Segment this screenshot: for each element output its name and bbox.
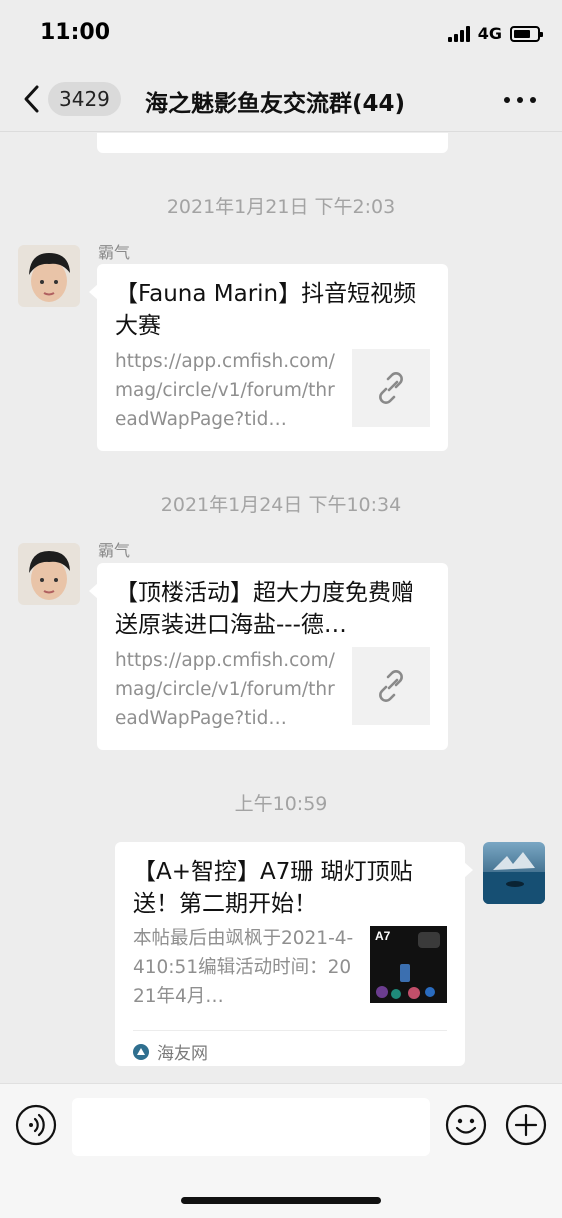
home-indicator — [181, 1197, 381, 1204]
avatar[interactable] — [18, 543, 80, 605]
share-card-description: 本帖最后由飒枫于2021-4-410:51编辑活动时间：2021年4月… — [133, 928, 354, 1007]
network-type: 4G — [477, 24, 502, 43]
status-indicators: 4G — [447, 24, 543, 43]
link-thumbnail — [352, 647, 430, 725]
promo-thumbnail: A7 — [370, 926, 447, 1003]
chat-area[interactable]: 2021年1月21日 下午2:03 霸气 【Fauna Marin】抖音短视频大… — [0, 133, 562, 1083]
link-icon — [379, 372, 403, 404]
voice-button[interactable] — [15, 1104, 57, 1146]
emoji-icon — [445, 1104, 487, 1146]
nav-bar: 3429 海之魅影鱼友交流群(44) — [0, 66, 562, 132]
status-time: 11:00 — [40, 20, 111, 45]
battery-icon — [510, 25, 543, 42]
link-thumbnail — [352, 349, 430, 427]
my-avatar[interactable] — [483, 842, 545, 904]
share-card-title: 【A+智控】A7珊 瑚灯顶贴送！第二期开始！ — [133, 859, 413, 917]
previous-message-card[interactable] — [97, 133, 448, 153]
link-card-url: https://app.cmfish.com/mag/circle/v1/for… — [115, 351, 335, 430]
chevron-left-icon — [24, 85, 39, 113]
plus-button[interactable] — [505, 1104, 547, 1146]
message-input[interactable] — [72, 1098, 430, 1156]
haiyou-logo-icon — [133, 1043, 149, 1060]
sender-name: 霸气 — [98, 243, 131, 262]
status-bar: 11:00 4G — [0, 0, 562, 66]
voice-icon — [15, 1104, 57, 1146]
link-card[interactable]: 【Fauna Marin】抖音短视频大赛 https://app.cmfish.… — [89, 264, 448, 451]
plus-icon — [505, 1104, 547, 1146]
avatar[interactable] — [18, 245, 80, 307]
thumbnail-label: A7 — [375, 929, 391, 943]
message-timestamp: 上午10:59 — [234, 793, 328, 815]
link-card-url: https://app.cmfish.com/mag/circle/v1/for… — [115, 650, 335, 729]
ellipsis-icon — [504, 97, 510, 103]
source-name: 海友网 — [157, 1044, 208, 1064]
signal-icon — [447, 25, 470, 42]
message-timestamp: 2021年1月24日 下午10:34 — [160, 494, 402, 516]
chat-title: 海之魅影鱼友交流群(44) — [145, 91, 406, 117]
more-button[interactable] — [504, 88, 536, 112]
unread-count-badge[interactable]: 3429 — [48, 82, 121, 116]
message-timestamp: 2021年1月21日 下午2:03 — [166, 196, 396, 218]
back-button[interactable] — [18, 81, 48, 117]
share-card[interactable]: 【A+智控】A7珊 瑚灯顶贴送！第二期开始！ 本帖最后由飒枫于2021-4-41… — [115, 842, 473, 1066]
link-card[interactable]: 【顶楼活动】超大力度免费赠送原装进口海盐---德… https://app.cm… — [89, 563, 448, 750]
source-row: 海友网 — [133, 1030, 447, 1064]
sender-name: 霸气 — [98, 541, 131, 560]
link-card-title: 【顶楼活动】超大力度免费赠送原装进口海盐---德… — [115, 580, 414, 638]
link-card-title: 【Fauna Marin】抖音短视频大赛 — [115, 281, 417, 339]
link-icon — [379, 670, 403, 702]
emoji-button[interactable] — [445, 1104, 487, 1146]
